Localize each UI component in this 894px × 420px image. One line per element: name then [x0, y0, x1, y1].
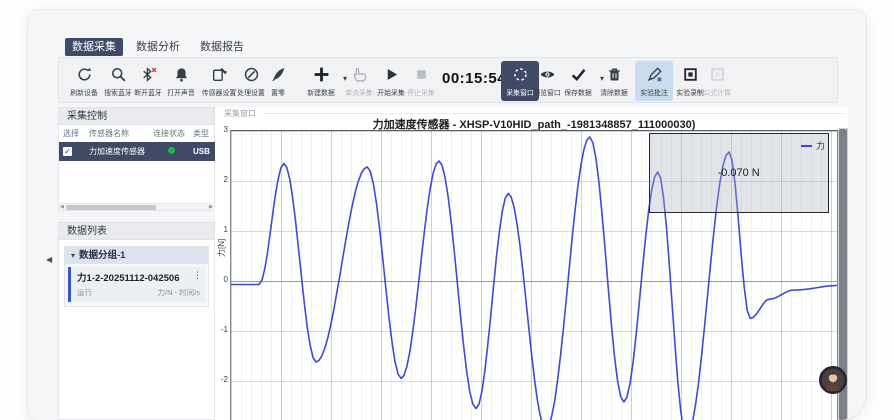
bluetooth-disconnect-icon	[140, 66, 157, 83]
column-header: 选择	[59, 125, 85, 142]
toolbar-button-stop[interactable]: 停止采集	[399, 61, 443, 101]
zero-icon	[270, 66, 287, 83]
data-list-item[interactable]: 力1-2-20251112-042506⋮运行力/N - 时间/s	[68, 267, 205, 302]
sensor-table-container: 选择传感器名称连接状态类型 ✓ 力加速度传感器 USB ◀ ▶	[58, 125, 215, 211]
collection-control-title: 采集控制	[58, 107, 215, 125]
y-tick-label: 1	[215, 225, 228, 234]
y-tick-label: -2	[215, 375, 228, 384]
sensor-table: 选择传感器名称连接状态类型 ✓ 力加速度传感器 USB	[59, 125, 216, 161]
data-list-title: 数据列表	[58, 222, 215, 240]
sensor-settings-icon	[211, 66, 228, 83]
tab-0[interactable]: 数据采集	[65, 38, 123, 56]
data-list-body: ▾数据分组-1 力1-2-20251112-042506⋮运行力/N - 时间/…	[58, 240, 215, 420]
y-tick-label: 0	[215, 275, 228, 284]
sensor-name: 力加速度传感器	[85, 142, 149, 161]
avatar[interactable]	[819, 366, 847, 394]
hand-icon	[351, 66, 368, 83]
y-tick-label: 3	[215, 125, 228, 134]
annotation-icon	[646, 66, 663, 83]
scroll-right-icon[interactable]: ▶	[209, 204, 213, 211]
data-group-label: 数据分组-1	[79, 250, 125, 261]
play-icon	[383, 66, 400, 83]
corner-rule	[263, 113, 844, 114]
chart-legend: 力	[801, 139, 825, 152]
column-header: 连接状态	[149, 125, 189, 142]
plus-icon	[313, 66, 330, 83]
chart-corner-label: 采集窗口	[221, 108, 259, 119]
scroll-left-icon[interactable]: ◀	[60, 204, 64, 211]
scrollbar-thumb[interactable]	[66, 205, 156, 210]
refresh-icon	[76, 66, 93, 83]
toolbar-button-zero[interactable]: 置零	[256, 61, 300, 101]
eye-icon	[539, 66, 556, 83]
toolbar-button-trash[interactable]: 清除数据	[592, 61, 636, 101]
tab-2[interactable]: 数据报告	[193, 38, 251, 56]
horizontal-scrollbar[interactable]: ◀ ▶	[59, 203, 214, 210]
chart-panel: 采集窗口 力加速度传感器 - XHSP-V10HID_path_-1981348…	[215, 107, 848, 420]
person-icon	[822, 369, 844, 391]
tab-1[interactable]: 数据分析	[129, 38, 187, 56]
data-items-container: 力1-2-20251112-042506⋮运行力/N - 时间/s	[65, 267, 208, 302]
check-icon	[570, 66, 587, 83]
collection-control-panel: 采集控制 选择传感器名称连接状态类型 ✓ 力加速度传感器 USB ◀ ▶	[58, 107, 215, 217]
bell-icon	[173, 66, 190, 83]
sensor-row[interactable]: ✓ 力加速度传感器 USB	[59, 142, 216, 161]
sensor-type: USB	[189, 142, 216, 161]
y-axis-label: 力[N]	[216, 239, 227, 257]
item-menu-icon[interactable]: ⋮	[193, 270, 202, 281]
formula-icon	[709, 66, 726, 83]
legend-entry: 力	[801, 139, 825, 152]
legend-label: 力	[816, 139, 825, 152]
status-dot	[168, 147, 175, 154]
y-tick-label: -1	[215, 325, 228, 334]
sensor-table-body: ✓ 力加速度传感器 USB	[59, 142, 216, 161]
plot-area[interactable]: -0.070 N 力	[230, 130, 838, 420]
column-header: 类型	[189, 125, 216, 142]
checkbox[interactable]: ✓	[63, 147, 72, 156]
search-icon	[110, 66, 127, 83]
panel-collapse-icon[interactable]: ◀	[46, 255, 52, 264]
stop-icon	[413, 66, 430, 83]
data-list-panel: 数据列表 ▾数据分组-1 力1-2-20251112-042506⋮运行力/N …	[58, 222, 215, 420]
column-header: 传感器名称	[85, 125, 149, 142]
toolbar-button-formula[interactable]: 公式计算	[695, 61, 739, 101]
main-toolbar: 00:15:54 刷新设备搜索蓝牙断开蓝牙打开声音传感器设置处理设置置零新建数据…	[58, 57, 838, 103]
sensor-table-header-row: 选择传感器名称连接状态类型	[59, 125, 216, 142]
trash-icon	[606, 66, 623, 83]
item-status: 运行	[77, 287, 92, 298]
legend-swatch	[801, 145, 812, 147]
annotation-value: -0.070 N	[718, 167, 760, 179]
item-axes: 力/N - 时间/s	[158, 287, 201, 298]
app-window: 数据采集数据分析数据报告 00:15:54 刷新设备搜索蓝牙断开蓝牙打开声音传感…	[28, 10, 866, 420]
chevron-down-icon[interactable]: ▾	[71, 251, 75, 260]
data-group-header[interactable]: ▾ 数据分组-1	[65, 247, 208, 264]
main-tabbar: 数据采集数据分析数据报告	[65, 38, 251, 56]
data-group-box: ▾数据分组-1 力1-2-20251112-042506⋮运行力/N - 时间/…	[64, 246, 209, 307]
y-tick-label: 2	[215, 175, 228, 184]
